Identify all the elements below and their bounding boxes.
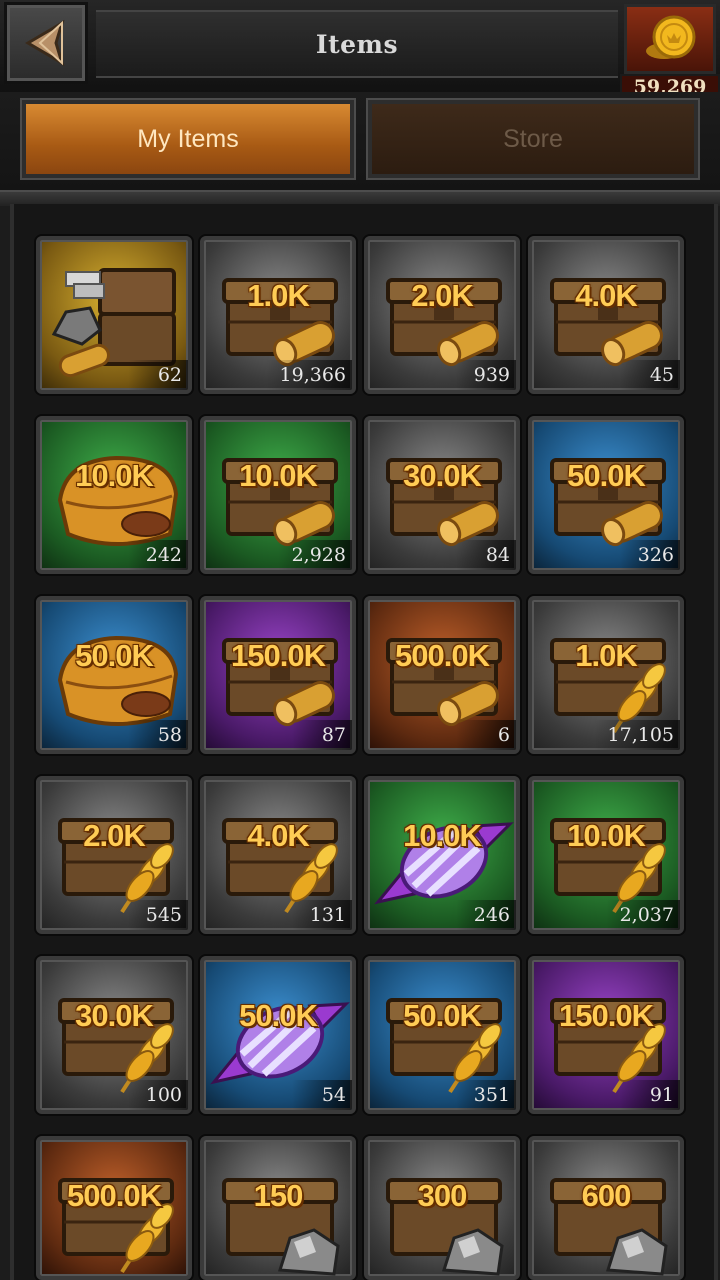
item-count: 131: [292, 900, 352, 930]
item-slot[interactable]: 1.0K 19,366: [200, 236, 356, 394]
item-slot[interactable]: 500.0K 6: [364, 596, 520, 754]
back-button[interactable]: [4, 2, 88, 84]
ore-chest-icon: [386, 1178, 504, 1276]
item-slot[interactable]: 4.0K 45: [528, 236, 684, 394]
item-slot[interactable]: 10.0K 242: [36, 416, 192, 574]
item-amount: 50.0K: [567, 458, 646, 493]
item-amount: 4.0K: [575, 278, 637, 313]
item-slot[interactable]: 50.0K 54: [200, 956, 356, 1114]
item-amount: 2.0K: [83, 818, 145, 853]
item-amount: 10.0K: [403, 818, 482, 853]
item-amount: 500.0K: [67, 1178, 162, 1213]
item-slot[interactable]: 30.0K 84: [364, 416, 520, 574]
item-slot[interactable]: 62: [36, 236, 192, 394]
item-amount: 10.0K: [75, 458, 154, 493]
item-slot[interactable]: 150.0K 87: [200, 596, 356, 754]
item-count: 326: [620, 540, 680, 570]
page-title: Items: [315, 29, 399, 59]
item-count: 100: [128, 1080, 188, 1110]
item-amount: 30.0K: [403, 458, 482, 493]
item-slot[interactable]: 2.0K 939: [364, 236, 520, 394]
ore-chest-icon: [222, 1178, 340, 1276]
item-slot[interactable]: 50.0K 326: [528, 416, 684, 574]
tab-store[interactable]: Store: [368, 100, 698, 178]
item-count: 2,037: [605, 900, 680, 930]
tabs-bar: My Items Store: [0, 92, 720, 192]
item-amount: 50.0K: [75, 638, 154, 673]
item-slot[interactable]: 10.0K 2,928: [200, 416, 356, 574]
item-count: 6: [456, 720, 516, 750]
item-count: 939: [456, 360, 516, 390]
item-count: 242: [128, 540, 188, 570]
gold-coin-icon: [646, 15, 696, 59]
item-amount: 30.0K: [75, 998, 154, 1033]
item-slot[interactable]: 500.0K: [36, 1136, 192, 1280]
item-amount: 500.0K: [395, 638, 490, 673]
item-slot[interactable]: 10.0K 2,037: [528, 776, 684, 934]
item-slot[interactable]: 150: [200, 1136, 356, 1280]
item-slot[interactable]: 30.0K 100: [36, 956, 192, 1114]
item-amount: 4.0K: [247, 818, 309, 853]
item-slot[interactable]: 600: [528, 1136, 684, 1280]
back-arrow-icon: [25, 19, 65, 67]
item-slot[interactable]: 1.0K 17,105: [528, 596, 684, 754]
item-slot[interactable]: 2.0K 545: [36, 776, 192, 934]
item-count: 91: [620, 1080, 680, 1110]
item-count: 45: [620, 360, 680, 390]
item-amount: 150.0K: [559, 998, 654, 1033]
header-bar: Items 59,269: [0, 0, 720, 100]
item-count: 54: [292, 1080, 352, 1110]
item-count: 545: [128, 900, 188, 930]
ore-chest-icon: [550, 1178, 668, 1276]
gold-button[interactable]: [624, 4, 716, 74]
item-slot[interactable]: 300: [364, 1136, 520, 1280]
title-bar: Items: [96, 10, 618, 78]
item-count: 62: [128, 360, 188, 390]
tab-my-items[interactable]: My Items: [22, 100, 354, 178]
item-amount: 1.0K: [247, 278, 309, 313]
item-slot[interactable]: 150.0K 91: [528, 956, 684, 1114]
item-amount: 150: [253, 1178, 304, 1213]
item-amount: 10.0K: [239, 458, 318, 493]
item-amount: 50.0K: [239, 998, 318, 1033]
item-amount: 300: [417, 1178, 468, 1213]
item-amount: 600: [581, 1178, 632, 1213]
item-count: 2,928: [277, 540, 352, 570]
item-count: 19,366: [265, 360, 352, 390]
item-amount: 150.0K: [231, 638, 326, 673]
item-amount: 50.0K: [403, 998, 482, 1033]
item-count: 58: [128, 720, 188, 750]
item-count: 17,105: [593, 720, 680, 750]
item-amount: 10.0K: [567, 818, 646, 853]
item-amount: 2.0K: [411, 278, 473, 313]
item-slot[interactable]: 4.0K 131: [200, 776, 356, 934]
item-count: 87: [292, 720, 352, 750]
item-slot[interactable]: 10.0K 246: [364, 776, 520, 934]
item-amount: 1.0K: [575, 638, 637, 673]
item-count: 246: [456, 900, 516, 930]
item-slot[interactable]: 50.0K 58: [36, 596, 192, 754]
item-count: 351: [456, 1080, 516, 1110]
item-slot[interactable]: 50.0K 351: [364, 956, 520, 1114]
wheat-chest-icon: [58, 1178, 174, 1274]
item-count: 84: [456, 540, 516, 570]
